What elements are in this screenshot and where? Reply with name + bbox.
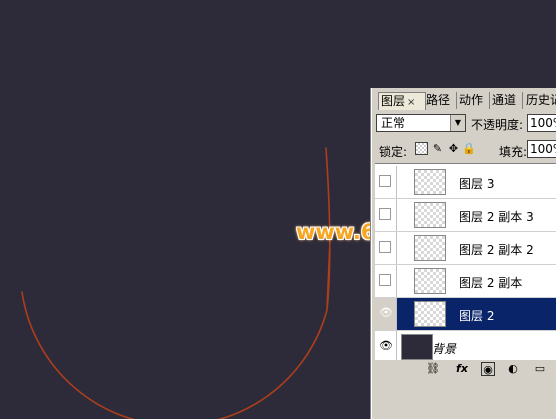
layer-name: 图层 2 副本 3 — [459, 210, 534, 224]
tab-actions[interactable]: 动作 — [457, 92, 490, 109]
visibility-off-icon — [379, 241, 391, 253]
visibility-toggle[interactable]: 👁 — [375, 331, 397, 360]
layer-row[interactable]: 图层 2 副本 3 — [375, 199, 556, 232]
layer-row[interactable]: 图层 2 副本 — [375, 265, 556, 298]
layer-thumbnail — [401, 334, 433, 360]
blend-mode-value: 正常 — [381, 116, 406, 130]
visibility-off-icon — [379, 208, 391, 220]
tab-history[interactable]: 历史记 — [524, 92, 556, 109]
layer-name: 图层 2 — [459, 309, 495, 323]
layer-thumbnail — [414, 202, 446, 228]
visibility-toggle[interactable] — [375, 199, 397, 231]
blend-mode-select[interactable]: 正常 ▼ — [376, 114, 466, 132]
layer-list: 图层 3 图层 2 副本 3 图层 2 副本 2 图层 2 副本 👁 图层 2 … — [375, 163, 556, 360]
fx-icon[interactable]: fx — [453, 362, 471, 376]
visibility-off-icon — [379, 274, 391, 286]
layers-panel: 图层× 路径 动作 通道 历史记 正常 ▼ 不透明度: 100% 锁定: ✎ ✥… — [371, 88, 556, 419]
layer-row[interactable]: 图层 2 副本 2 — [375, 232, 556, 265]
adjustment-icon[interactable]: ◐ — [505, 362, 521, 376]
chevron-down-icon[interactable]: ▼ — [450, 115, 465, 131]
visibility-toggle[interactable]: 👁 — [375, 298, 397, 330]
lock-transparent-icon[interactable] — [415, 142, 428, 155]
layer-thumbnail — [414, 301, 446, 327]
tab-paths[interactable]: 路径 — [424, 92, 457, 109]
lock-icon[interactable]: 🔒 — [462, 142, 476, 155]
lock-row: 锁定: ✎ ✥ 🔒 填充: 100% — [375, 140, 556, 160]
layer-row-selected[interactable]: 👁 图层 2 — [375, 298, 556, 331]
close-icon[interactable]: × — [407, 97, 415, 108]
mask-icon[interactable]: ◉ — [481, 362, 495, 376]
tab-channels[interactable]: 通道 — [490, 92, 523, 109]
layer-name: 背景 — [432, 342, 457, 356]
brush-icon[interactable]: ✎ — [431, 142, 444, 155]
visibility-off-icon — [379, 175, 391, 187]
layer-thumbnail — [414, 169, 446, 195]
panel-bottom-bar: ⛓ fx ◉ ◐ ▭ — [375, 360, 556, 378]
opacity-field[interactable]: 100% — [527, 114, 556, 132]
link-icon[interactable]: ⛓ — [425, 362, 441, 376]
eye-icon: 👁 — [379, 339, 393, 352]
blend-row: 正常 ▼ 不透明度: 100% — [375, 114, 556, 134]
visibility-toggle[interactable] — [375, 232, 397, 264]
layer-name: 图层 2 副本 — [459, 276, 523, 290]
visibility-toggle[interactable] — [375, 265, 397, 297]
fill-label: 填充: — [499, 145, 528, 159]
layer-thumbnail — [414, 268, 446, 294]
tab-layers[interactable]: 图层 × — [378, 92, 426, 110]
opacity-label: 不透明度: — [471, 118, 524, 132]
layer-name: 图层 2 副本 2 — [459, 243, 534, 257]
eye-icon: 👁 — [379, 306, 393, 319]
layer-row-background[interactable]: 👁 背景 — [375, 331, 556, 360]
move-icon[interactable]: ✥ — [447, 142, 460, 155]
panel-tabs: 图层× 路径 动作 通道 历史记 — [372, 92, 556, 110]
lock-label: 锁定: — [379, 145, 408, 159]
visibility-toggle[interactable] — [375, 166, 397, 198]
layer-name: 图层 3 — [459, 177, 495, 191]
layer-row[interactable]: 图层 3 — [375, 166, 556, 199]
tab-layers-label: 图层 — [381, 94, 406, 108]
layer-thumbnail — [414, 235, 446, 261]
fill-field[interactable]: 100% — [527, 140, 556, 158]
folder-icon[interactable]: ▭ — [533, 362, 547, 376]
